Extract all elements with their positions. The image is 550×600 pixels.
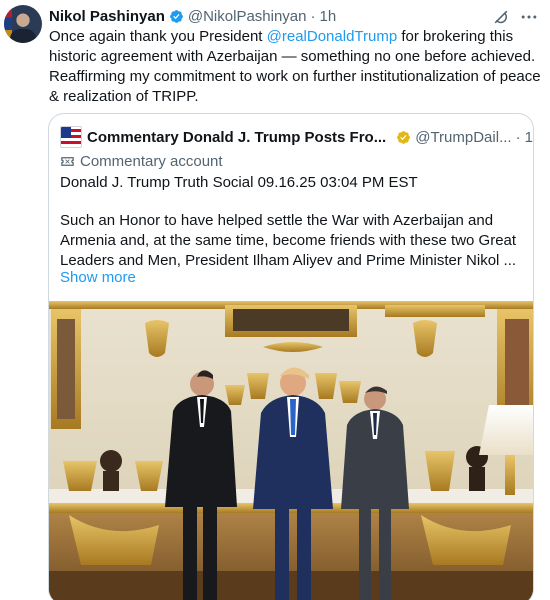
author-handle[interactable]: @NikolPashinyan bbox=[188, 8, 307, 25]
separator-dot: · bbox=[310, 7, 316, 25]
quoted-author-name[interactable]: Commentary Donald J. Trump Posts Fro... bbox=[87, 129, 386, 146]
author-name[interactable]: Nikol Pashinyan bbox=[49, 8, 165, 25]
tweet-text: Once again thank you President @realDona… bbox=[49, 27, 544, 107]
grok-icon[interactable] bbox=[491, 7, 511, 27]
mention-link[interactable]: @realDonaldTrump bbox=[267, 28, 398, 45]
us-flag-avatar-icon[interactable] bbox=[60, 126, 82, 148]
tweet-timestamp[interactable]: 1h bbox=[320, 8, 337, 25]
quoted-timestamp[interactable]: 10h bbox=[525, 129, 533, 146]
quoted-author-handle[interactable]: @TrumpDail... bbox=[415, 129, 511, 146]
show-more-link[interactable]: Show more bbox=[60, 268, 136, 288]
gold-verified-badge-icon bbox=[397, 130, 411, 144]
ticket-icon bbox=[61, 156, 74, 166]
tweet[interactable]: Nikol Pashinyan @NikolPashinyan · 1h Onc… bbox=[0, 0, 550, 600]
more-icon[interactable] bbox=[518, 7, 540, 27]
tweet-text-start: Once again thank you President bbox=[49, 28, 267, 45]
tweet-header: Nikol Pashinyan @NikolPashinyan · 1h bbox=[49, 6, 336, 26]
quoted-text: Such an Honor to have helped settle the … bbox=[60, 212, 517, 269]
quoted-headline: Donald J. Trump Truth Social 09.16.25 03… bbox=[60, 174, 418, 191]
verified-badge-icon bbox=[169, 9, 183, 23]
account-label-row: Commentary account bbox=[60, 151, 223, 171]
quoted-photo[interactable] bbox=[49, 301, 534, 600]
quoted-tweet-header: Commentary Donald J. Trump Posts Fro... … bbox=[60, 126, 533, 148]
quoted-separator-dot: · bbox=[515, 128, 521, 146]
account-label: Commentary account bbox=[80, 152, 223, 170]
author-avatar[interactable] bbox=[4, 5, 42, 43]
quoted-tweet[interactable]: Commentary Donald J. Trump Posts Fro... … bbox=[48, 113, 534, 600]
